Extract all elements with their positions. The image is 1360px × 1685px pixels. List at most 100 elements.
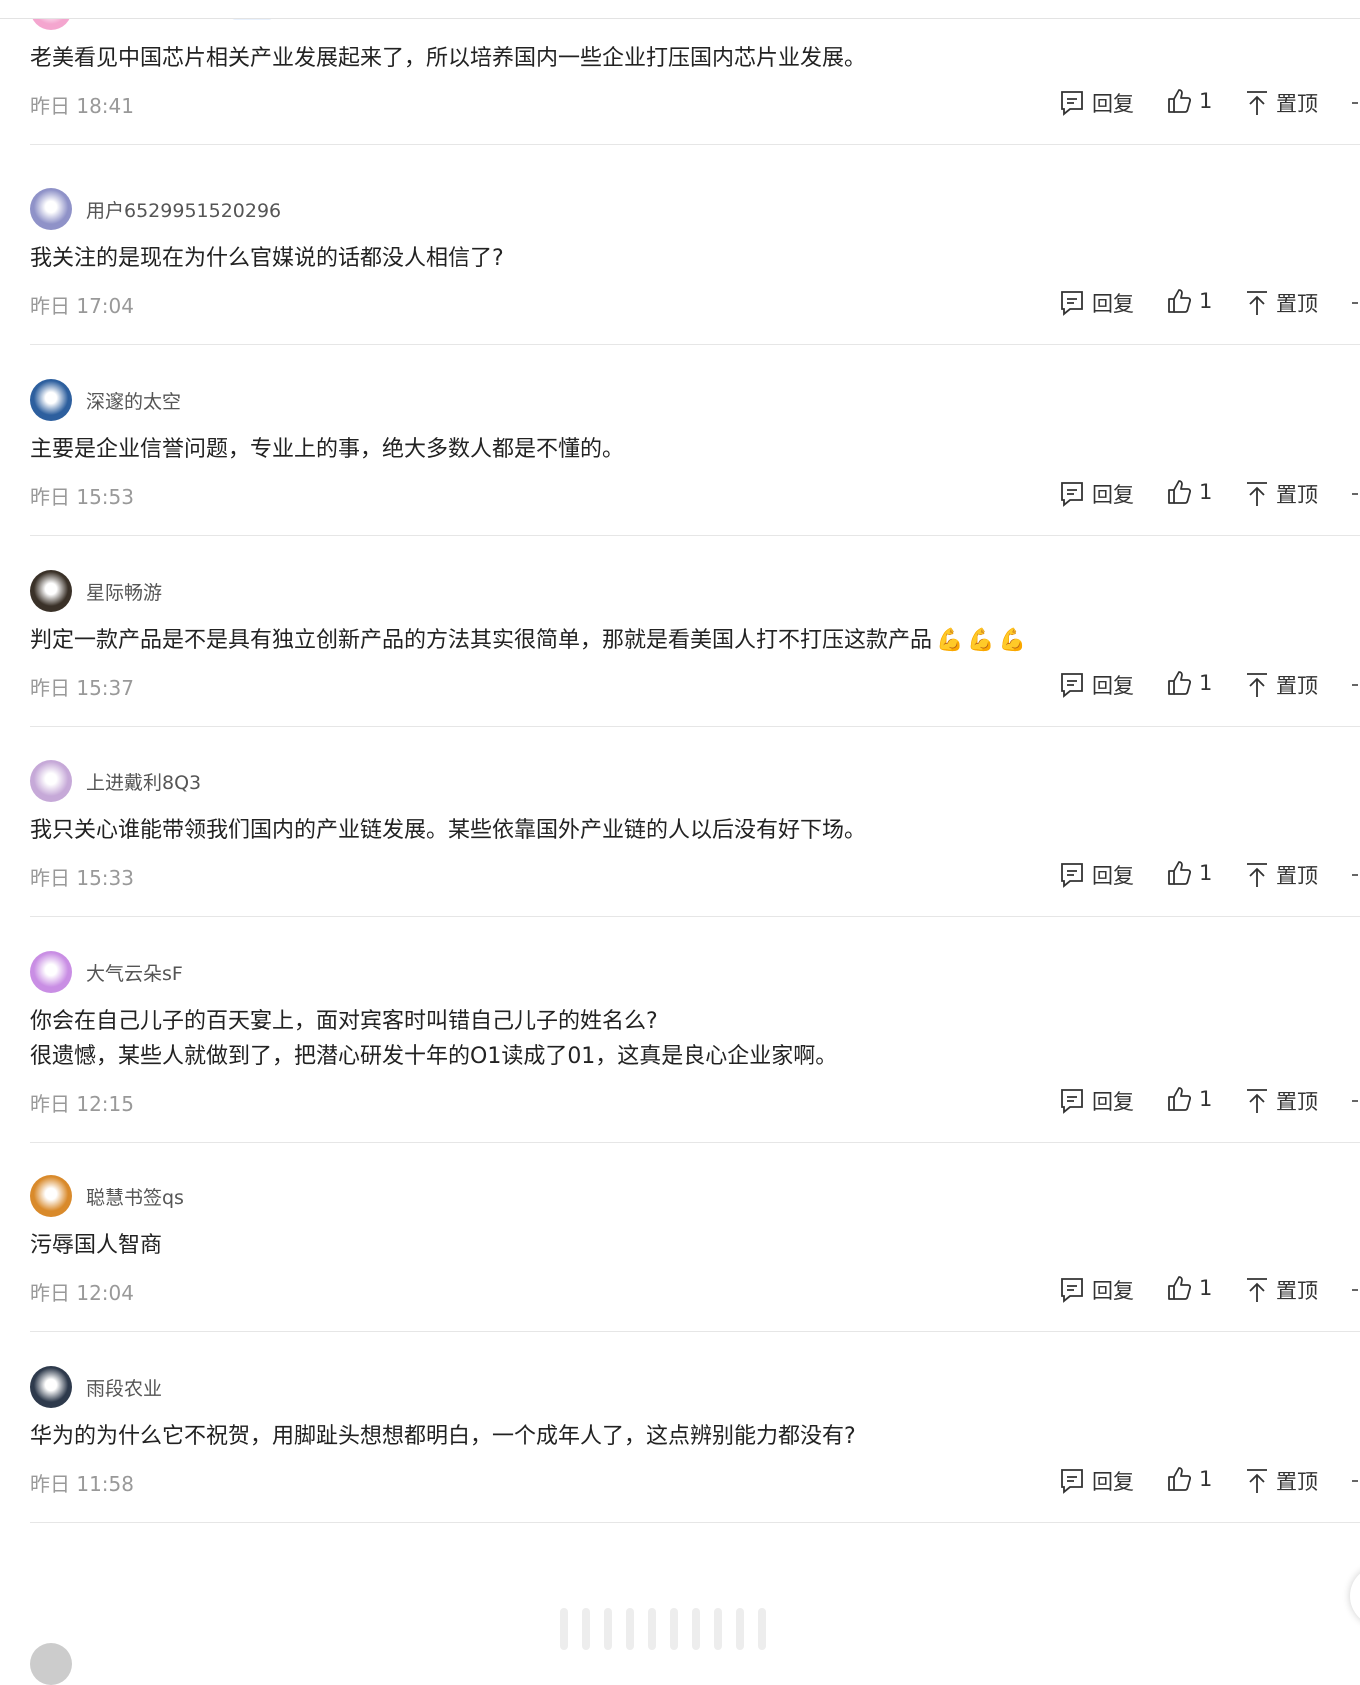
more-icon[interactable] bbox=[1352, 1480, 1358, 1482]
avatar[interactable] bbox=[30, 570, 72, 612]
floating-action-button[interactable] bbox=[1350, 1566, 1360, 1626]
username[interactable]: 雨段农业 bbox=[86, 1374, 162, 1401]
pin-label: 置顶 bbox=[1276, 292, 1318, 316]
like-button[interactable]: 1 bbox=[1167, 860, 1212, 886]
more-icon[interactable] bbox=[1352, 1100, 1358, 1102]
reply-button[interactable]: 回复 bbox=[1060, 1086, 1134, 1116]
like-count: 1 bbox=[1199, 89, 1213, 113]
pin-button[interactable]: 置顶 bbox=[1246, 1086, 1318, 1116]
pin-top-icon bbox=[1246, 1277, 1276, 1303]
reply-icon bbox=[1060, 862, 1092, 888]
reply-button[interactable]: 回复 bbox=[1060, 479, 1134, 509]
comment-text-content: 判定一款产品是不是具有独立创新产品的方法其实很简单，那就是看美国人打不打压这款产… bbox=[30, 628, 933, 653]
reply-label: 回复 bbox=[1092, 92, 1134, 116]
reply-icon bbox=[1060, 1277, 1092, 1303]
pin-top-icon bbox=[1246, 481, 1276, 507]
timestamp: 昨日 17:04 bbox=[30, 294, 134, 318]
like-button[interactable]: 1 bbox=[1167, 670, 1212, 696]
reply-button[interactable]: 回复 bbox=[1060, 1466, 1134, 1496]
comment-text-content: 老美看见中国芯片相关产业发展起来了，所以培养国内一些企业打压国内芯片业发展。 bbox=[30, 46, 867, 71]
more-icon[interactable] bbox=[1352, 1289, 1358, 1291]
reply-icon bbox=[1060, 481, 1092, 507]
comment-text-content: 很遗憾，某些人就做到了，把潜心研发十年的O1读成了01，这真是良心企业家啊。 bbox=[30, 1044, 838, 1069]
divider bbox=[30, 144, 1360, 145]
more-icon[interactable] bbox=[1352, 874, 1358, 876]
avatar[interactable] bbox=[30, 1175, 72, 1217]
pin-top-icon bbox=[1246, 672, 1276, 698]
username[interactable]: 用户6529951520296 bbox=[86, 196, 281, 223]
more-icon[interactable] bbox=[1352, 493, 1358, 495]
avatar[interactable] bbox=[30, 379, 72, 421]
username[interactable]: 星际畅游 bbox=[86, 578, 162, 605]
pin-button[interactable]: 置顶 bbox=[1246, 479, 1318, 509]
muscle-emoji: 💪 bbox=[998, 628, 1027, 653]
muscle-emoji: 💪 bbox=[936, 628, 964, 653]
pin-button[interactable]: 置顶 bbox=[1246, 1275, 1318, 1305]
reply-button[interactable]: 回复 bbox=[1060, 288, 1134, 318]
username[interactable]: 上进戴利8Q3 bbox=[86, 768, 201, 795]
reply-label: 回复 bbox=[1092, 1279, 1134, 1303]
comment-text: 判定一款产品是不是具有独立创新产品的方法其实很简单，那就是看美国人打不打压这款产… bbox=[30, 623, 1026, 659]
reply-label: 回复 bbox=[1092, 1090, 1134, 1114]
pin-button[interactable]: 置顶 bbox=[1246, 88, 1318, 118]
pin-label: 置顶 bbox=[1276, 674, 1318, 698]
pin-label: 置顶 bbox=[1276, 1470, 1318, 1494]
like-count: 1 bbox=[1199, 861, 1213, 885]
pin-button[interactable]: 置顶 bbox=[1246, 670, 1318, 700]
thumbs-up-icon bbox=[1167, 88, 1199, 114]
like-button[interactable]: 1 bbox=[1167, 88, 1212, 114]
divider bbox=[30, 1142, 1360, 1143]
reply-label: 回复 bbox=[1092, 674, 1134, 698]
pin-label: 置顶 bbox=[1276, 864, 1318, 888]
more-icon[interactable] bbox=[1352, 102, 1358, 104]
comment-text-content: 主要是企业信誉问题，专业上的事，绝大多数人都是不懂的。 bbox=[30, 437, 625, 462]
reply-icon bbox=[1060, 90, 1092, 116]
like-button[interactable]: 1 bbox=[1167, 1086, 1212, 1112]
comment-text: 华为的为什么它不祝贺，用脚趾头想想都明白，一个成年人了，这点辨别能力都没有? bbox=[30, 1419, 856, 1455]
comment-text: 很遗憾，某些人就做到了，把潜心研发十年的O1读成了01，这真是良心企业家啊。 bbox=[30, 1039, 837, 1075]
avatar[interactable] bbox=[30, 1643, 72, 1685]
timestamp: 昨日 15:33 bbox=[30, 866, 134, 890]
like-button[interactable]: 1 bbox=[1167, 288, 1212, 314]
comment-text: 老美看见中国芯片相关产业发展起来了，所以培养国内一些企业打压国内芯片业发展。 bbox=[30, 41, 866, 77]
like-button[interactable]: 1 bbox=[1167, 1275, 1212, 1301]
pin-button[interactable]: 置顶 bbox=[1246, 1466, 1318, 1496]
avatar[interactable] bbox=[30, 951, 72, 993]
divider bbox=[30, 1522, 1360, 1523]
divider bbox=[30, 535, 1360, 536]
watermark-logo bbox=[560, 1608, 800, 1650]
pin-button[interactable]: 置顶 bbox=[1246, 288, 1318, 318]
divider bbox=[30, 344, 1360, 345]
like-count: 1 bbox=[1199, 289, 1213, 313]
username[interactable]: 深邃的太空 bbox=[86, 387, 181, 414]
avatar[interactable] bbox=[30, 188, 72, 230]
pin-button[interactable]: 置顶 bbox=[1246, 860, 1318, 890]
more-icon[interactable] bbox=[1352, 684, 1358, 686]
comment-text-content: 华为的为什么它不祝贺，用脚趾头想想都明白，一个成年人了，这点辨别能力都没有? bbox=[30, 1424, 856, 1449]
timestamp: 昨日 12:15 bbox=[30, 1092, 134, 1116]
pin-top-icon bbox=[1246, 1088, 1276, 1114]
reply-button[interactable]: 回复 bbox=[1060, 88, 1134, 118]
reply-button[interactable]: 回复 bbox=[1060, 860, 1134, 890]
avatar[interactable] bbox=[30, 1366, 72, 1408]
comment-text: 我只关心谁能带领我们国内的产业链发展。某些依靠国外产业链的人以后没有好下场。 bbox=[30, 813, 866, 849]
like-count: 1 bbox=[1199, 1467, 1213, 1491]
reply-icon bbox=[1060, 1088, 1092, 1114]
reply-button[interactable]: 回复 bbox=[1060, 1275, 1134, 1305]
more-icon[interactable] bbox=[1352, 302, 1358, 304]
thumbs-up-icon bbox=[1167, 1275, 1199, 1301]
username[interactable]: 聪慧书签qs bbox=[86, 1183, 184, 1210]
divider bbox=[30, 1331, 1360, 1332]
username[interactable]: 大气云朵sF bbox=[86, 959, 183, 986]
like-count: 1 bbox=[1199, 1087, 1213, 1111]
like-button[interactable]: 1 bbox=[1167, 479, 1212, 505]
reply-button[interactable]: 回复 bbox=[1060, 670, 1134, 700]
reply-icon bbox=[1060, 290, 1092, 316]
like-button[interactable]: 1 bbox=[1167, 1466, 1212, 1492]
divider bbox=[30, 726, 1360, 727]
reply-label: 回复 bbox=[1092, 1470, 1134, 1494]
timestamp: 昨日 18:41 bbox=[30, 94, 134, 118]
avatar[interactable] bbox=[30, 760, 72, 802]
comment-text-content: 我只关心谁能带领我们国内的产业链发展。某些依靠国外产业链的人以后没有好下场。 bbox=[30, 818, 867, 843]
comment-text: 我关注的是现在为什么官媒说的话都没人相信了? bbox=[30, 241, 504, 277]
